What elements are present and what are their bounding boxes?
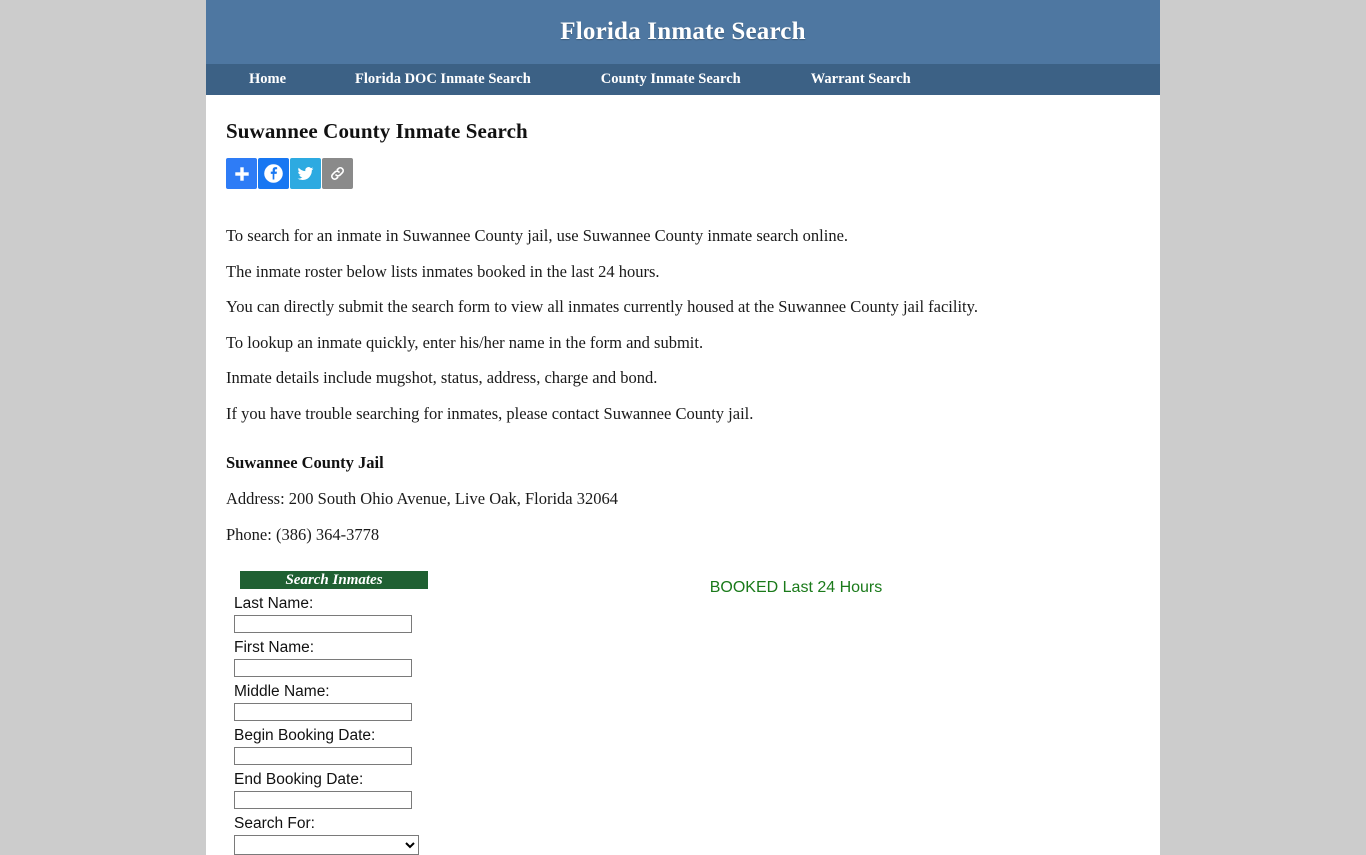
intro-paragraph: If you have trouble searching for inmate…	[226, 403, 754, 423]
first-name-input[interactable]	[234, 659, 412, 678]
link-icon	[328, 164, 347, 183]
copy-link-button[interactable]	[322, 158, 353, 189]
page-title: Suwannee County Inmate Search	[226, 119, 528, 143]
nav-item-home[interactable]: Home	[249, 64, 286, 95]
middle-name-label: Middle Name:	[234, 683, 330, 701]
search-for-label: Search For:	[234, 815, 315, 833]
jail-contact-block: Suwannee County Jail Address: 200 South …	[224, 450, 1138, 547]
jail-name: Suwannee County Jail	[226, 453, 384, 473]
nav-item-florida-doc-inmate-search[interactable]: Florida DOC Inmate Search	[355, 64, 531, 95]
jail-phone: Phone: (386) 364-3778	[226, 524, 380, 544]
search-form-heading: Search Inmates	[240, 571, 428, 590]
plus-icon	[233, 165, 251, 183]
intro-paragraphs: To search for an inmate in Suwannee Coun…	[224, 223, 1138, 426]
end-booking-date-input[interactable]	[234, 791, 412, 810]
intro-paragraph: Inmate details include mugshot, status, …	[226, 368, 658, 388]
twitter-icon	[296, 164, 315, 183]
middle-name-input[interactable]	[234, 703, 412, 722]
nav-item-warrant-search[interactable]: Warrant Search	[811, 64, 911, 95]
last-name-label: Last Name:	[234, 595, 314, 613]
nav-item-county-inmate-search[interactable]: County Inmate Search	[601, 64, 741, 95]
intro-paragraph: The inmate roster below lists inmates bo…	[226, 261, 660, 281]
site-title: Florida Inmate Search	[560, 18, 806, 45]
jail-address: Address: 200 South Ohio Avenue, Live Oak…	[226, 488, 618, 508]
end-booking-date-label: End Booking Date:	[234, 771, 364, 789]
twitter-share-button[interactable]	[290, 158, 321, 189]
begin-booking-date-input[interactable]	[234, 747, 412, 766]
intro-paragraph: To search for an inmate in Suwannee Coun…	[226, 226, 849, 245]
first-name-label: First Name:	[234, 639, 315, 657]
main-navigation: Home Florida DOC Inmate Search County In…	[206, 64, 1160, 95]
content-area: Suwannee County Inmate Search To search …	[206, 95, 1160, 855]
site-header: Florida Inmate Search	[206, 0, 1160, 64]
search-form-column: Search Inmates Last Name: First Name: Mi…	[224, 571, 524, 855]
intro-paragraph: To lookup an inmate quickly, enter his/h…	[226, 332, 704, 352]
facebook-icon	[263, 163, 284, 184]
form-and-roster: Search Inmates Last Name: First Name: Mi…	[224, 571, 1138, 855]
last-name-input[interactable]	[234, 615, 412, 634]
booked-last-24-hours-heading: BOOKED Last 24 Hours	[709, 579, 883, 597]
facebook-share-button[interactable]	[258, 158, 289, 189]
roster-column: BOOKED Last 24 Hours	[524, 571, 1138, 597]
addthis-share-button[interactable]	[226, 158, 257, 189]
share-buttons	[224, 158, 1138, 189]
intro-paragraph: You can directly submit the search form …	[226, 297, 978, 317]
begin-booking-date-label: Begin Booking Date:	[234, 727, 376, 745]
search-for-select[interactable]	[234, 835, 419, 855]
page-container: Florida Inmate Search Home Florida DOC I…	[206, 0, 1160, 855]
